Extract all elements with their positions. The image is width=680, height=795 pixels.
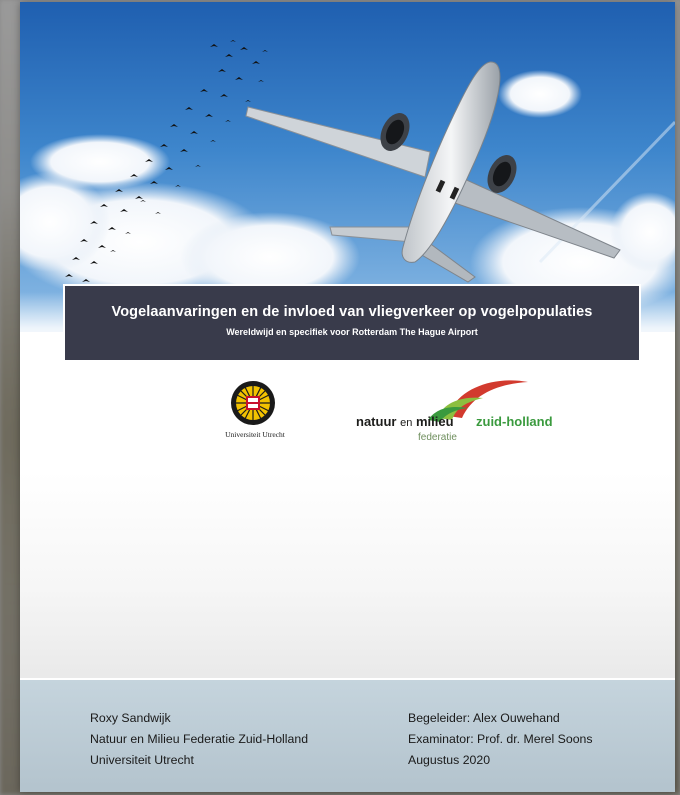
report-subtitle: Wereldwijd en specifiek voor Rotterdam T… — [226, 327, 478, 337]
utrecht-university-logo: Universiteit Utrecht — [210, 376, 300, 448]
nmf-word-natuur: natuur — [356, 414, 397, 429]
nmf-word-federatie: federatie — [418, 432, 457, 443]
author-organisation: Natuur en Milieu Federatie Zuid-Holland — [90, 732, 309, 746]
nmf-word-milieu: milieu — [415, 414, 454, 429]
title-banner: Vogelaanvaringen en de invloed van vlieg… — [63, 284, 641, 362]
nmf-wordmark: natuur en milieu — [356, 414, 454, 429]
nmf-word-en: en — [400, 417, 413, 429]
supervision-info: Begeleider: Alex Ouwehand Examinator: Pr… — [408, 708, 593, 771]
supervisor: Begeleider: Alex Ouwehand — [408, 711, 560, 725]
utrecht-university-name: Universiteit Utrecht — [225, 430, 285, 439]
hero-image-airplane-birds — [20, 2, 675, 332]
author-name: Roxy Sandwijk — [90, 711, 171, 725]
author-info: Roxy Sandwijk Natuur en Milieu Federatie… — [90, 708, 308, 771]
page-gradient — [20, 472, 675, 682]
cover-page: Vogelaanvaringen en de invloed van vlieg… — [20, 2, 675, 792]
utrecht-seal-icon — [231, 381, 275, 425]
nmf-word-zuid-holland: zuid-holland — [476, 414, 553, 429]
nmf-zuid-holland-logo: natuur en milieu zuid-holland federatie — [356, 376, 556, 446]
cover-footer: Roxy Sandwijk Natuur en Milieu Federatie… — [20, 678, 675, 792]
author-university: Universiteit Utrecht — [90, 753, 194, 767]
report-date: Augustus 2020 — [408, 753, 491, 767]
examiner: Examinator: Prof. dr. Merel Soons — [408, 732, 593, 746]
report-title: Vogelaanvaringen en de invloed van vlieg… — [111, 304, 593, 320]
